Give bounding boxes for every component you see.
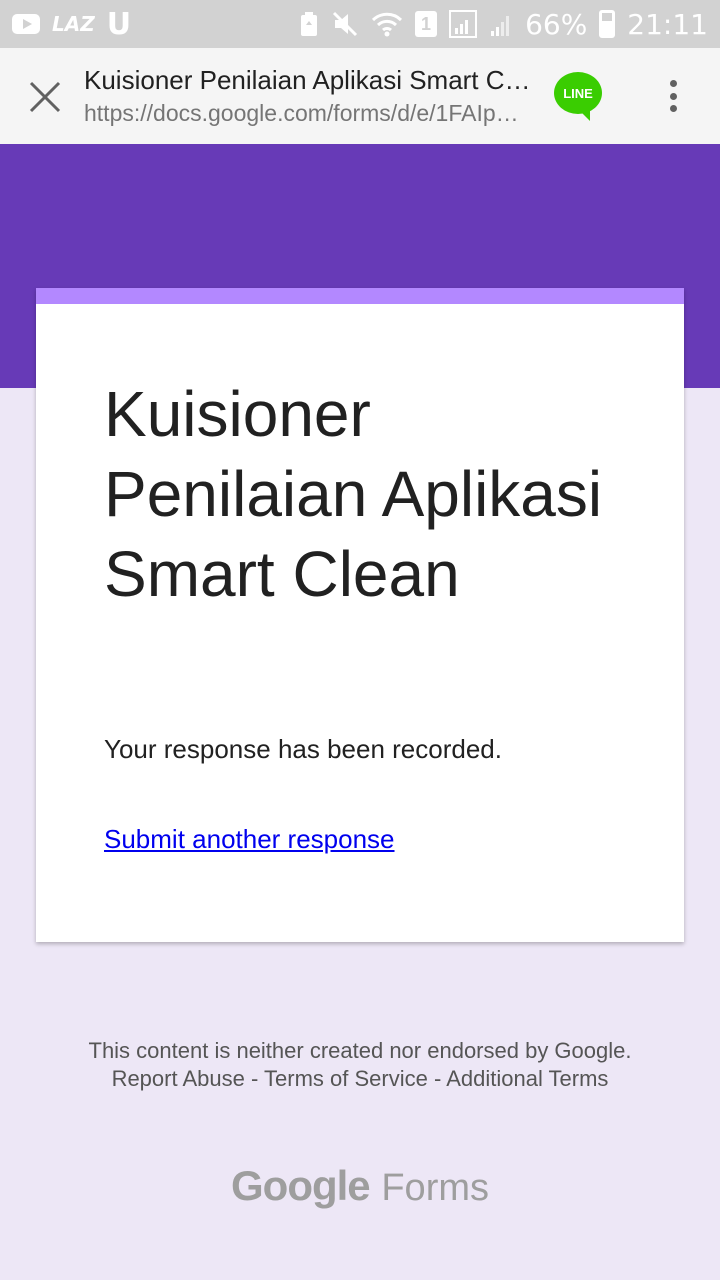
clock: 21:11 (627, 7, 708, 41)
page-url: https://docs.google.com/forms/d/e/1FAIpQ… (84, 100, 524, 126)
status-bar-left: LAZ U (12, 7, 131, 42)
battery-percent: 66% (525, 7, 588, 41)
lazada-label: LAZ (52, 12, 95, 36)
submit-another-response-link[interactable]: Submit another response (104, 824, 395, 855)
sim-badge: 1 (415, 11, 438, 37)
menu-dot (669, 92, 677, 100)
youtube-icon (12, 14, 40, 34)
battery-saver-icon (301, 12, 318, 36)
battery-icon (599, 10, 616, 38)
report-abuse-link[interactable]: Report Abuse (112, 1066, 245, 1091)
signal-sim1-icon (449, 10, 478, 38)
wifi-icon (372, 12, 403, 37)
status-bar-right: 1 66% 21:11 (299, 8, 708, 41)
line-label: LINE (563, 85, 593, 101)
google-wordmark: Google (231, 1162, 371, 1209)
overflow-menu-icon[interactable] (658, 76, 688, 116)
menu-dot (669, 105, 677, 112)
forms-wordmark: Forms (381, 1167, 489, 1209)
line-share-icon[interactable]: LINE (554, 72, 604, 122)
footer-disclaimer: This content is neither created nor endo… (88, 1038, 632, 1091)
confirmation-message: Your response has been recorded. (104, 734, 502, 764)
page-title: Kuisioner Penilaian Aplikasi Smart Clean (84, 65, 534, 95)
response-card: Kuisioner Penilaian Aplikasi Smart Clean… (36, 288, 684, 942)
card-accent-bar (36, 288, 684, 304)
close-icon[interactable] (22, 74, 68, 120)
mute-icon (333, 11, 358, 37)
signal-sim2-icon (491, 16, 510, 36)
additional-terms-link[interactable]: Additional Terms (446, 1066, 608, 1091)
menu-dot (669, 80, 677, 87)
google-forms-logo[interactable]: Google Forms (0, 1162, 720, 1210)
custom-tab-toolbar: Kuisioner Penilaian Aplikasi Smart Clean… (0, 48, 720, 144)
form-title: Kuisioner Penilaian Aplikasi Smart Clean (104, 378, 603, 610)
terms-of-service-link[interactable]: Terms of Service (264, 1066, 428, 1091)
u-app-icon: U (106, 6, 132, 42)
status-bar: LAZ U 1 66% 21:11 (0, 0, 720, 48)
disclaimer-text: This content is neither created nor endo… (88, 1038, 632, 1063)
line-bubble: LINE (554, 72, 602, 121)
